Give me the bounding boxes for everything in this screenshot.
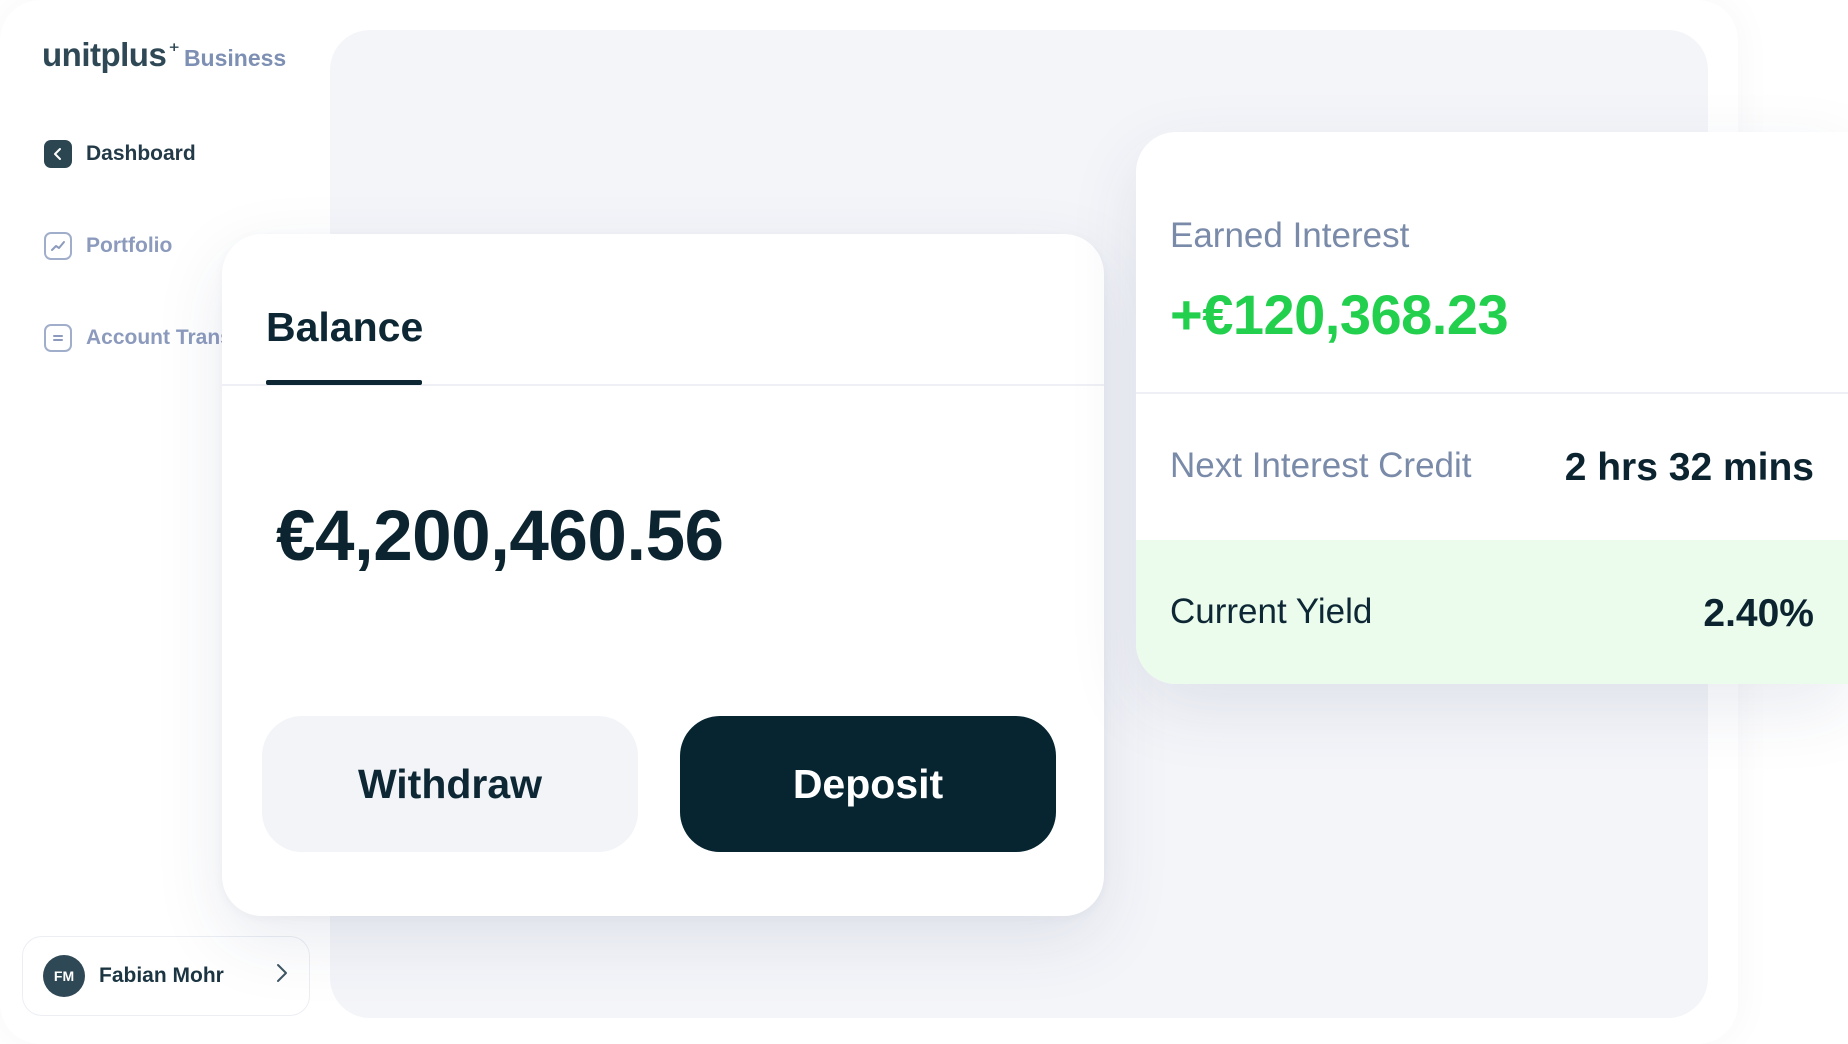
deposit-button[interactable]: Deposit [680, 716, 1056, 852]
active-tab-indicator [266, 380, 422, 385]
avatar: FM [43, 955, 85, 997]
earned-interest-label: Earned Interest [1170, 216, 1410, 255]
balance-amount: €4,200,460.56 [276, 497, 724, 576]
balance-card: Balance €4,200,460.56 Withdraw Deposit [222, 234, 1104, 916]
tab-balance[interactable]: Balance [266, 304, 423, 351]
current-yield-label: Current Yield [1170, 592, 1373, 631]
current-yield-row: Current Yield 2.40% [1136, 540, 1848, 684]
user-name: Fabian Mohr [99, 964, 224, 987]
brand-name: unitplus [42, 36, 167, 73]
sidebar-item-label: Portfolio [86, 234, 173, 257]
transactions-icon [44, 324, 72, 352]
chevron-right-icon [275, 962, 289, 991]
current-yield-value: 2.40% [1703, 592, 1814, 635]
brand-logo: unitplus ⁺ Business [42, 36, 286, 74]
sidebar-item-dashboard[interactable]: Dashboard [44, 140, 196, 168]
earned-interest-value: +€120,368.23 [1170, 283, 1509, 346]
divider [1136, 392, 1848, 394]
sidebar-item-label: Account Transactions [86, 326, 224, 349]
stage: unitplus ⁺ Business Dashboard Portfolio … [0, 0, 1848, 1044]
sidebar-item-account-transactions[interactable]: Account Transactions [44, 324, 224, 352]
user-menu[interactable]: FM Fabian Mohr [22, 936, 310, 1016]
brand-spark-icon: ⁺ [168, 38, 180, 63]
sidebar-item-label: Dashboard [86, 142, 196, 165]
chart-trend-icon [44, 232, 72, 260]
sidebar-item-portfolio[interactable]: Portfolio [44, 232, 172, 260]
dashboard-icon [44, 140, 72, 168]
withdraw-button[interactable]: Withdraw [262, 716, 638, 852]
next-credit-label: Next Interest Credit [1170, 446, 1472, 485]
brand-sub: Business [183, 45, 287, 71]
next-credit-value: 2 hrs 32 mins [1564, 446, 1814, 489]
interest-card: Earned Interest +€120,368.23 Next Intere… [1136, 132, 1848, 684]
